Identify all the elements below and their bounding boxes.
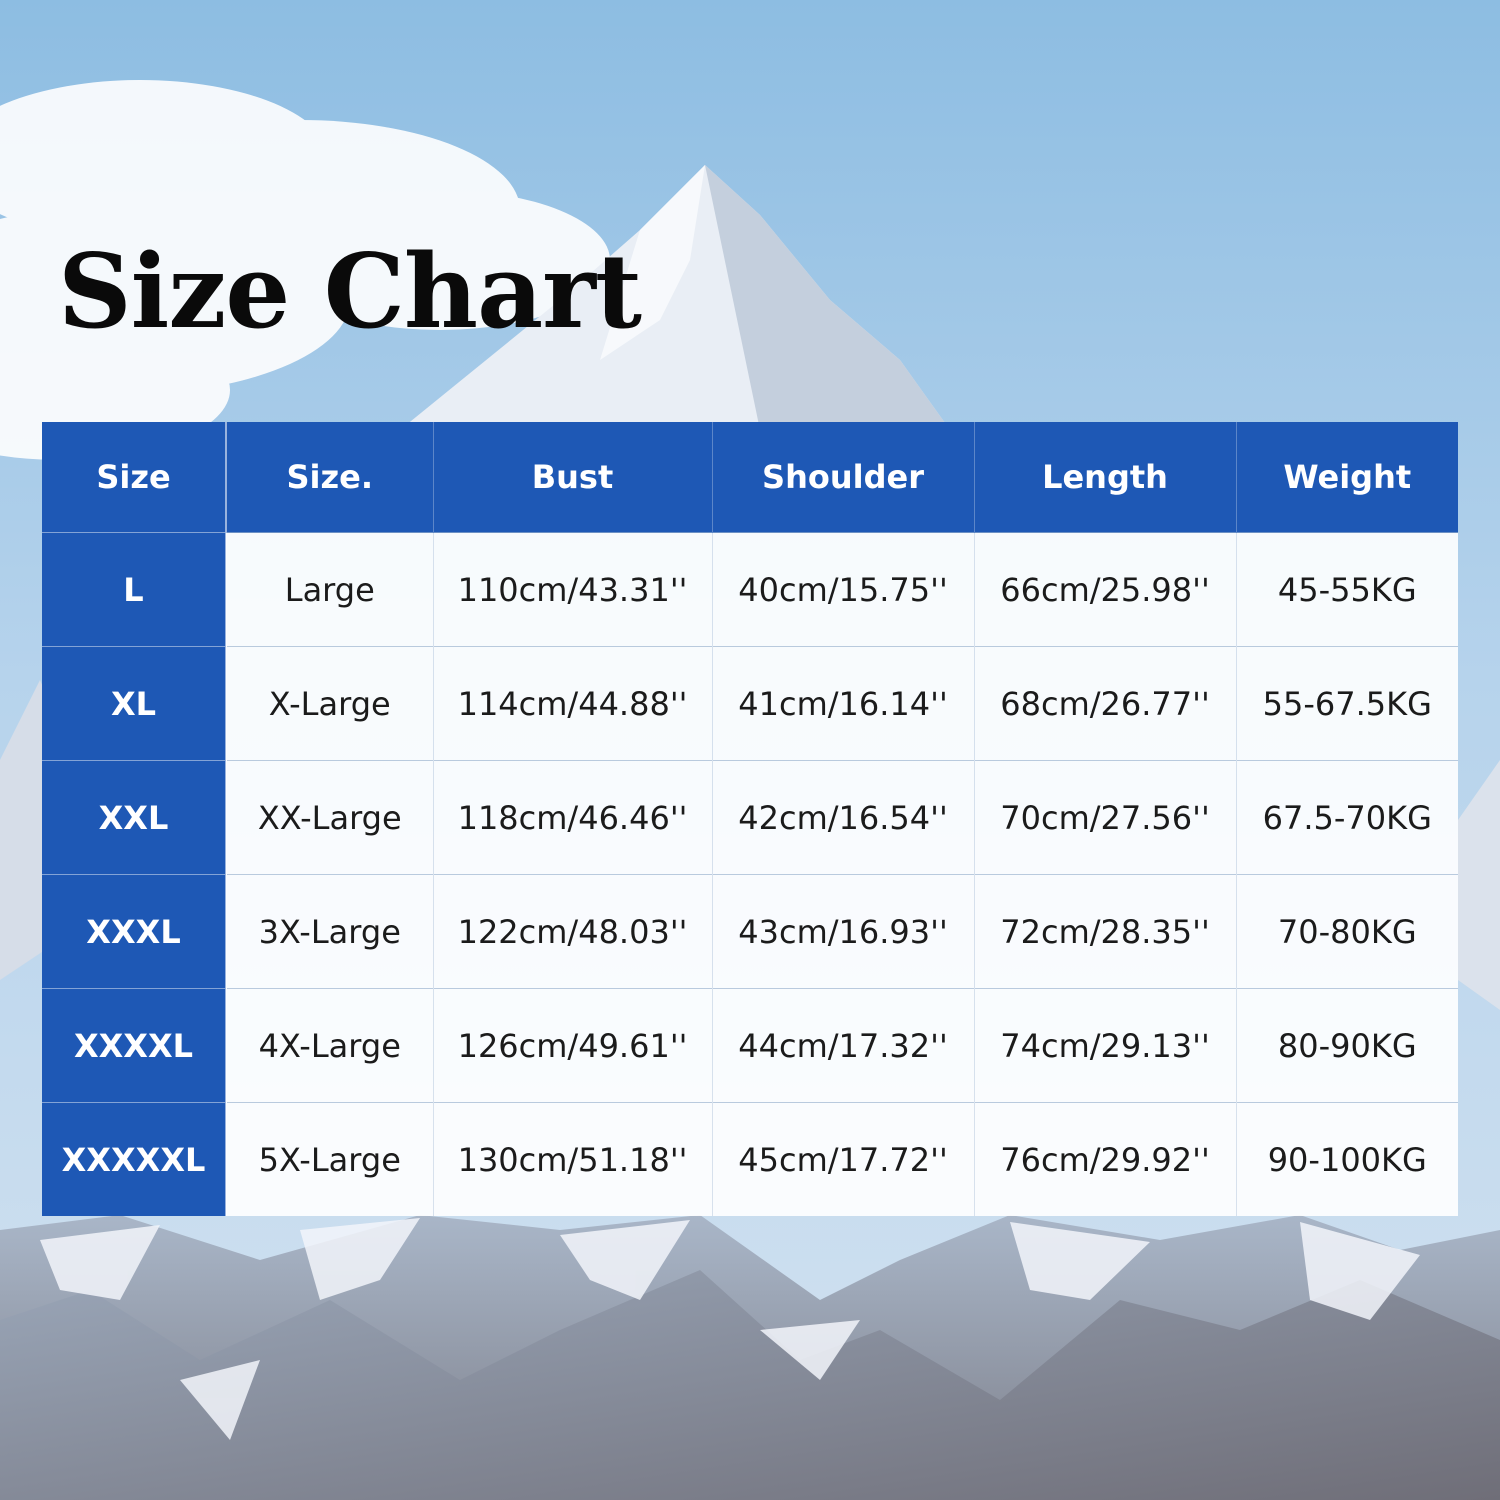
shoulder-cell: 42cm/16.54'' [712,760,975,875]
size-code-cell: XXL [42,760,227,875]
page-title: Size Chart [58,232,642,352]
size-code-cell: XXXXL [42,988,227,1103]
bust-cell: 130cm/51.18'' [433,1102,713,1216]
table-header-row: Size Size. Bust Shoulder Length Weight [42,422,1458,533]
header-length: Length [974,422,1237,533]
table-row: XL X-Large 114cm/44.88'' 41cm/16.14'' 68… [42,646,1458,761]
header-size-code: Size [42,422,227,533]
size-code-cell: XXXXXL [42,1102,227,1216]
bust-cell: 114cm/44.88'' [433,646,713,761]
bust-cell: 126cm/49.61'' [433,988,713,1103]
header-bust: Bust [433,422,713,533]
bust-cell: 118cm/46.46'' [433,760,713,875]
length-cell: 76cm/29.92'' [974,1102,1237,1216]
length-cell: 70cm/27.56'' [974,760,1237,875]
size-name-cell: 4X-Large [226,988,434,1103]
length-cell: 66cm/25.98'' [974,532,1237,647]
weight-cell: 67.5-70KG [1236,760,1458,875]
weight-cell: 80-90KG [1236,988,1458,1103]
size-name-cell: XX-Large [226,760,434,875]
table-row: XXXL 3X-Large 122cm/48.03'' 43cm/16.93''… [42,874,1458,989]
table-row: XXXXL 4X-Large 126cm/49.61'' 44cm/17.32'… [42,988,1458,1103]
bust-cell: 122cm/48.03'' [433,874,713,989]
table-row: XXXXXL 5X-Large 130cm/51.18'' 45cm/17.72… [42,1102,1458,1216]
table-row: XXL XX-Large 118cm/46.46'' 42cm/16.54'' … [42,760,1458,875]
weight-cell: 45-55KG [1236,532,1458,647]
header-size-name: Size. [226,422,434,533]
length-cell: 68cm/26.77'' [974,646,1237,761]
shoulder-cell: 40cm/15.75'' [712,532,975,647]
length-cell: 72cm/28.35'' [974,874,1237,989]
table-row: L Large 110cm/43.31'' 40cm/15.75'' 66cm/… [42,532,1458,647]
header-shoulder: Shoulder [712,422,975,533]
weight-cell: 55-67.5KG [1236,646,1458,761]
bust-cell: 110cm/43.31'' [433,532,713,647]
shoulder-cell: 44cm/17.32'' [712,988,975,1103]
header-weight: Weight [1236,422,1458,533]
size-code-cell: L [42,532,227,647]
size-code-cell: XXXL [42,874,227,989]
weight-cell: 90-100KG [1236,1102,1458,1216]
weight-cell: 70-80KG [1236,874,1458,989]
shoulder-cell: 45cm/17.72'' [712,1102,975,1216]
shoulder-cell: 43cm/16.93'' [712,874,975,989]
size-name-cell: 5X-Large [226,1102,434,1216]
size-code-cell: XL [42,646,227,761]
shoulder-cell: 41cm/16.14'' [712,646,975,761]
size-chart-table: Size Size. Bust Shoulder Length Weight L… [42,422,1458,1216]
size-name-cell: 3X-Large [226,874,434,989]
size-name-cell: Large [226,532,434,647]
size-name-cell: X-Large [226,646,434,761]
length-cell: 74cm/29.13'' [974,988,1237,1103]
